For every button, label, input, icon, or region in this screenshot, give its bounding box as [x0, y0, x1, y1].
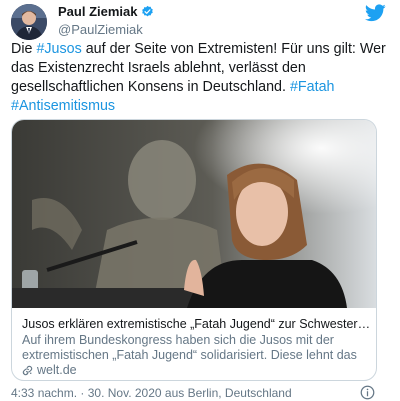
tweet-text-segment: Die: [11, 41, 37, 57]
author-handle[interactable]: @PaulZiemiak: [58, 22, 143, 37]
tweet-embed: Paul Ziemiak @PaulZiemiak Die #Jusos auf…: [0, 0, 400, 401]
meta-separator: ·: [80, 386, 85, 400]
link-icon: [22, 365, 33, 375]
author-name-text: Paul Ziemiak: [58, 4, 138, 19]
verified-badge-icon: [142, 5, 154, 17]
tweet-meta: 4:33 nachm. · 30. Nov. 2020 aus Berlin, …: [11, 386, 292, 400]
card-title: Jusos erklären extremistische „Fatah Jug…: [22, 317, 372, 331]
tweet-time[interactable]: 4:33 nachm.: [11, 386, 77, 400]
tweet-text-line: das Existenzrecht Israels ablehnt, verlä…: [11, 59, 395, 78]
card-domain-text: welt.de: [37, 363, 77, 377]
tweet-text-segment: auf der Seite von Extremisten! Für uns g…: [81, 41, 386, 57]
tweet-text: Die #Jusos auf der Seite von Extremisten…: [11, 40, 395, 116]
avatar[interactable]: [11, 4, 47, 40]
hashtag-link[interactable]: #Jusos: [36, 41, 81, 57]
info-icon[interactable]: [360, 385, 375, 400]
tweet-text-segment: gesellschaftlichen Konsens in Deutschlan…: [11, 79, 290, 95]
tweet-text-segment: das Existenzrecht Israels ablehnt, verlä…: [11, 60, 306, 76]
tweet-text-line: Die #Jusos auf der Seite von Extremisten…: [11, 40, 395, 59]
card-domain: welt.de: [22, 363, 77, 377]
tweet-text-line: gesellschaftlichen Konsens in Deutschlan…: [11, 78, 395, 97]
hashtag-link[interactable]: #Antisemitismus: [11, 98, 115, 114]
twitter-bird-icon[interactable]: [365, 4, 386, 22]
author-name[interactable]: Paul Ziemiak: [58, 4, 154, 19]
tweet-text-line: #Antisemitismus: [11, 97, 395, 116]
card-description-line: Auf ihrem Bundeskongress haben sich die …: [22, 333, 334, 347]
tweet-date[interactable]: 30. Nov. 2020: [88, 386, 162, 400]
card-image: [12, 120, 376, 308]
tweet-location: aus Berlin, Deutschland: [164, 386, 292, 400]
link-card[interactable]: Jusos erklären extremistische „Fatah Jug…: [11, 119, 377, 381]
hashtag-link[interactable]: #Fatah: [290, 79, 335, 95]
